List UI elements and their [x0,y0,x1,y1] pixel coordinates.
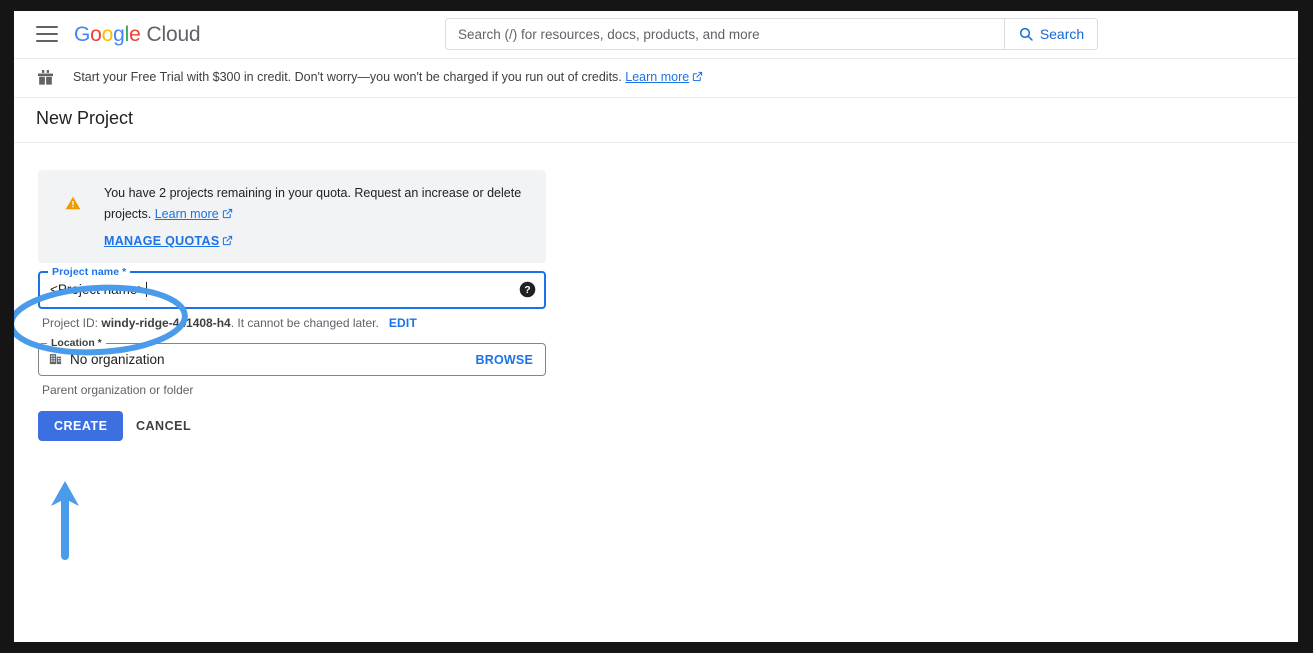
quota-notice-text: You have 2 projects remaining in your qu… [104,183,524,226]
hamburger-menu-icon[interactable] [36,26,58,43]
logo-letter: o [101,23,114,46]
quota-learn-more-link[interactable]: Learn more [155,207,219,221]
logo-letter: o [90,23,102,46]
page-title-bar: New Project [14,98,1298,143]
screenshot-root: Google Cloud Search (/) for resources, d… [0,0,1313,653]
browse-location-button[interactable]: BROWSE [476,353,533,367]
project-name-value: <Project name> [50,282,148,297]
free-trial-text: Start your Free Trial with $300 in credi… [73,70,703,85]
warning-triangle-icon [65,195,81,216]
external-link-icon [692,71,703,85]
gift-icon [36,68,55,92]
search-icon [1018,26,1034,42]
free-trial-message: Start your Free Trial with $300 in credi… [73,70,622,84]
page-title: New Project [36,108,134,128]
trial-learn-more-link[interactable]: Learn more [625,70,689,84]
logo-letter: g [113,23,125,46]
manage-quotas-label: MANAGE QUOTAS [104,234,220,248]
text-caret [146,282,148,297]
project-name-label: Project name * [48,266,131,278]
hamburger-bar [36,33,58,35]
help-circle-icon[interactable]: ? [519,281,536,298]
organization-building-icon [48,351,63,371]
manage-quotas-link[interactable]: MANAGE QUOTAS [104,234,233,249]
create-button[interactable]: CREATE [38,411,124,441]
hamburger-bar [36,26,58,28]
create-button-pointer-arrow [51,481,79,560]
project-id-prefix: Project ID: [42,316,99,330]
search-input[interactable] [446,19,1004,49]
browser-page: Google Cloud Search (/) for resources, d… [14,11,1298,642]
google-cloud-logo[interactable]: Google Cloud [74,23,201,47]
project-id-suffix: . It cannot be changed later. [230,316,379,330]
edit-project-id-button[interactable]: EDIT [389,316,417,330]
cancel-button[interactable]: CANCEL [124,411,203,441]
global-search: Search [445,18,1098,50]
hamburger-bar [36,40,58,42]
external-link-icon [222,205,233,226]
logo-letter: G [74,23,91,46]
location-field[interactable]: Location * No organization BROWSE [38,337,546,376]
project-id-hint: Project ID: windy-ridge-441408-h4. It ca… [42,316,417,330]
project-name-text: <Project name> [50,282,146,297]
project-name-field[interactable]: Project name * <Project name> ? [38,266,546,309]
external-link-icon [222,235,233,249]
search-button-label: Search [1039,26,1085,42]
location-value: No organization [70,352,165,367]
free-trial-banner: Start your Free Trial with $300 in credi… [14,59,1298,98]
logo-product-name: Cloud [146,23,201,46]
project-id-value: windy-ridge-441408-h4 [101,316,231,330]
search-button[interactable]: Search [1004,19,1097,49]
svg-text:?: ? [524,285,530,296]
quota-notice-card: You have 2 projects remaining in your qu… [38,170,546,263]
location-label: Location * [47,337,106,349]
logo-letter: e [129,23,141,46]
top-app-bar: Google Cloud Search [14,11,1298,59]
location-helper-text: Parent organization or folder [42,383,194,397]
